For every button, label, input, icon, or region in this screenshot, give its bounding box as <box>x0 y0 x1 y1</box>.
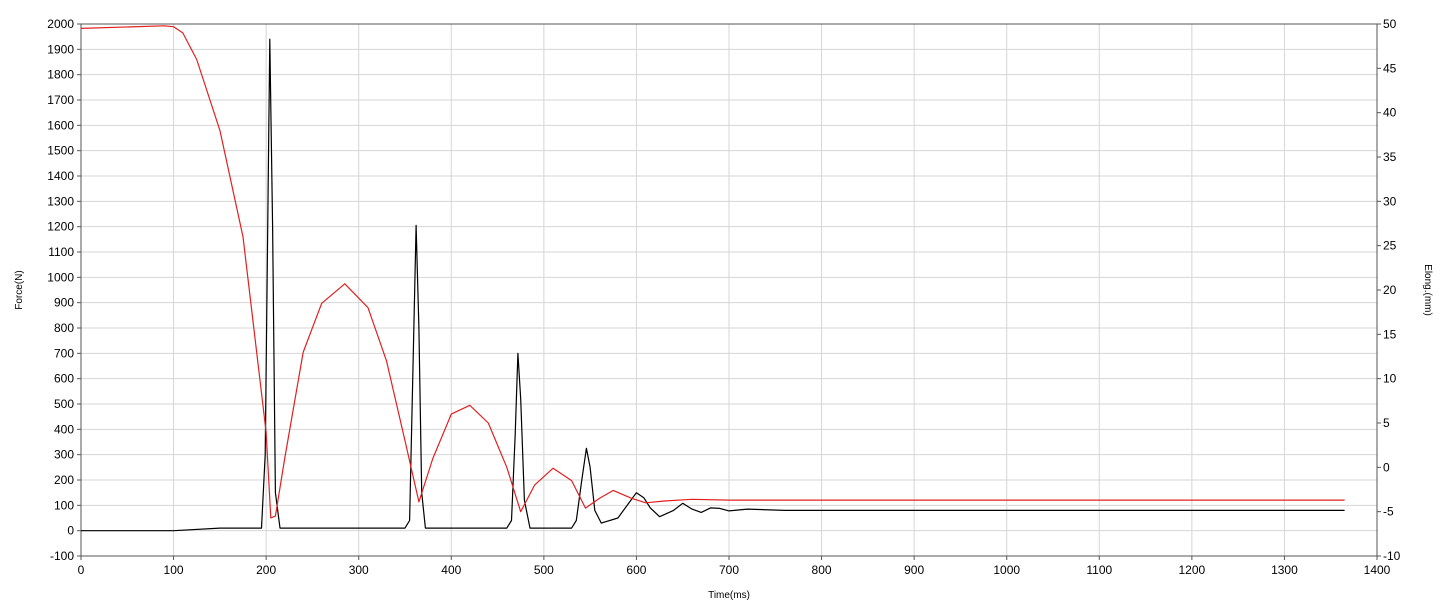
x-axis-ticks: 0 100 200 300 400 500 600 700 800 900 1000 1100 1200… <box>78 556 1391 577</box>
y-tick-label: 300 <box>54 448 74 462</box>
y-axis-ticks: -100 0 100 200 300 400 500 600 700 800 900 1000 1100… <box>47 17 81 563</box>
y-tick-label: 1900 <box>47 42 74 56</box>
y-axis-title: Force(N) <box>14 270 25 309</box>
y2-tick-label: 35 <box>1383 150 1397 164</box>
y-tick-label: 2000 <box>47 17 74 31</box>
x-tick-label: 600 <box>626 563 646 577</box>
y2-tick-label: 40 <box>1383 106 1397 120</box>
x-tick-label: 500 <box>534 563 554 577</box>
y-tick-label: 500 <box>54 397 74 411</box>
y2-tick-label: 20 <box>1383 283 1397 297</box>
y-tick-label: 1800 <box>47 68 74 82</box>
x-tick-label: 1200 <box>1179 563 1206 577</box>
x-tick-label: 1400 <box>1364 563 1391 577</box>
y-tick-label: 700 <box>54 346 74 360</box>
y-tick-label: 400 <box>54 422 74 436</box>
y2-tick-label: -10 <box>1383 549 1401 563</box>
x-tick-label: 200 <box>256 563 276 577</box>
y2-tick-label: 10 <box>1383 372 1397 386</box>
y-tick-label: 100 <box>54 498 74 512</box>
y2-axis-title: Elong.(mm) <box>1422 264 1433 316</box>
y-tick-label: 1700 <box>47 93 74 107</box>
x-tick-label: 300 <box>349 563 369 577</box>
y2-tick-label: 45 <box>1383 61 1397 75</box>
x-tick-label: 800 <box>812 563 832 577</box>
y-tick-label: 1000 <box>47 270 74 284</box>
y2-tick-label: 0 <box>1383 460 1390 474</box>
y2-tick-label: -5 <box>1383 505 1394 519</box>
chart: 0 100 200 300 400 500 600 700 800 900 1000 1100 1200… <box>14 17 1433 601</box>
y-tick-label: 1300 <box>47 194 74 208</box>
x-tick-label: 900 <box>904 563 924 577</box>
y-tick-label: 0 <box>67 524 74 538</box>
y2-tick-label: 30 <box>1383 194 1397 208</box>
y2-tick-label: 5 <box>1383 416 1390 430</box>
x-tick-label: 1100 <box>1086 563 1112 577</box>
x-tick-label: 1000 <box>993 563 1020 577</box>
y2-tick-label: 15 <box>1383 327 1397 341</box>
y2-tick-label: 50 <box>1383 17 1397 31</box>
x-tick-label: 100 <box>164 563 184 577</box>
x-tick-label: 1300 <box>1271 563 1298 577</box>
y2-axis-ticks: 50454035302520151050-5-10 <box>1377 17 1401 563</box>
y-tick-label: 200 <box>54 473 74 487</box>
y-tick-label: 900 <box>54 296 74 310</box>
x-tick-label: 0 <box>78 563 85 577</box>
y-tick-label: 800 <box>54 321 74 335</box>
y-tick-label: 600 <box>54 372 74 386</box>
y-tick-label: 1500 <box>47 144 74 158</box>
y-tick-label: -100 <box>50 549 74 563</box>
series-line-force <box>81 38 1345 532</box>
x-axis-title: Time(ms) <box>708 590 750 601</box>
y-tick-label: 1600 <box>47 118 74 132</box>
y-tick-label: 1400 <box>47 169 74 183</box>
x-tick-label: 400 <box>441 563 461 577</box>
y-tick-label: 1100 <box>48 245 74 259</box>
y-tick-label: 1200 <box>47 220 74 234</box>
y2-tick-label: 25 <box>1383 239 1397 253</box>
x-tick-label: 700 <box>719 563 739 577</box>
